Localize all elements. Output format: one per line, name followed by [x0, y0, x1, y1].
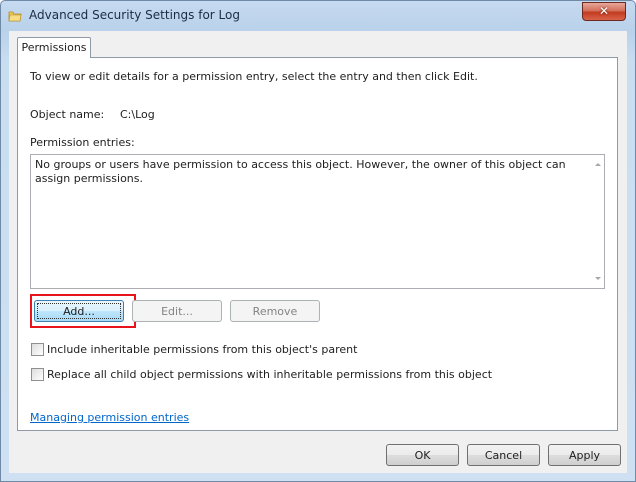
window-title: Advanced Security Settings for Log — [29, 8, 240, 22]
ok-button[interactable]: OK — [386, 444, 459, 466]
instruction-text: To view or edit details for a permission… — [30, 70, 478, 83]
permissions-panel: To view or edit details for a permission… — [17, 57, 618, 431]
close-icon: ✕ — [598, 4, 610, 18]
permission-entries-label: Permission entries: — [30, 136, 135, 149]
replace-child-checkbox[interactable] — [31, 368, 44, 381]
remove-button[interactable]: Remove — [230, 300, 320, 322]
cancel-button[interactable]: Cancel — [467, 444, 540, 466]
add-button[interactable]: Add... — [34, 300, 124, 322]
permission-entries-list[interactable]: No groups or users have permission to ac… — [30, 154, 605, 289]
object-name-value: C:\Log — [120, 108, 155, 121]
apply-button[interactable]: Apply — [548, 444, 621, 466]
scroll-up-arrow-icon[interactable] — [595, 163, 601, 166]
close-button[interactable]: ✕ — [582, 2, 626, 21]
add-button-label: Add... — [63, 305, 95, 318]
include-inheritable-label[interactable]: Include inheritable permissions from thi… — [47, 343, 357, 356]
object-name-label: Object name: — [30, 108, 105, 121]
edit-button[interactable]: Edit... — [132, 300, 222, 322]
dialog-client-area: Permissions To view or edit details for … — [9, 31, 627, 473]
include-inheritable-checkbox[interactable] — [31, 343, 44, 356]
scroll-down-arrow-icon[interactable] — [595, 277, 601, 280]
replace-child-label[interactable]: Replace all child object permissions wit… — [47, 368, 492, 381]
title-bar[interactable]: Advanced Security Settings for Log ✕ — [1, 1, 635, 31]
empty-entries-message: No groups or users have permission to ac… — [35, 158, 566, 185]
managing-permissions-link[interactable]: Managing permission entries — [30, 411, 189, 424]
dialog-window: Advanced Security Settings for Log ✕ Per… — [0, 0, 636, 482]
tab-permissions[interactable]: Permissions — [17, 37, 91, 58]
folder-icon — [8, 11, 22, 22]
